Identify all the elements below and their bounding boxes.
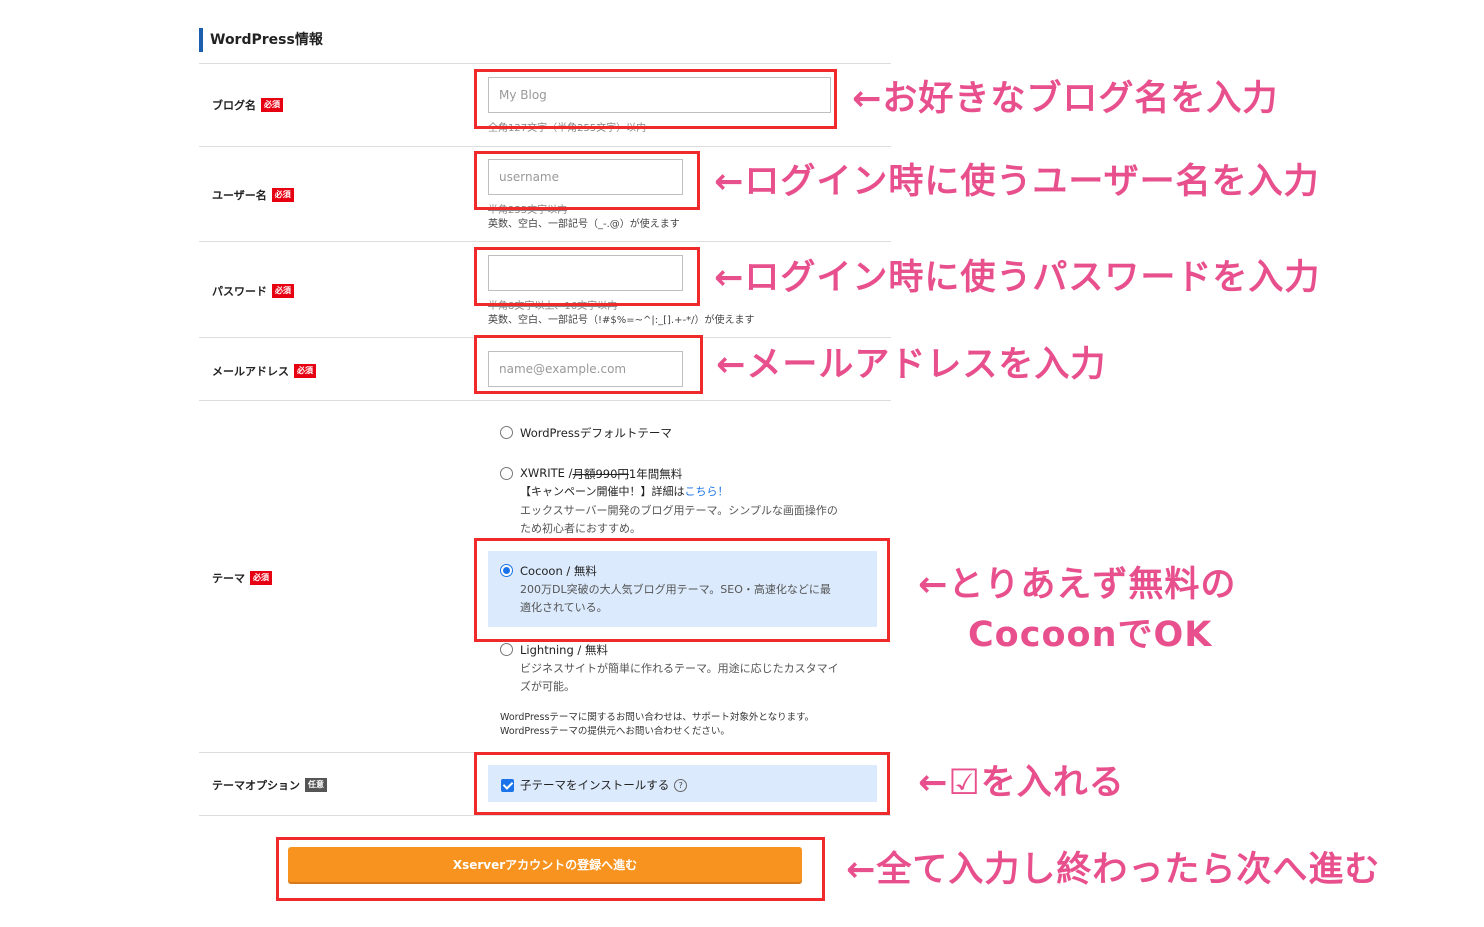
highlight-box-email [474, 335, 703, 394]
required-badge: 必須 [294, 364, 316, 378]
campaign-link[interactable]: こちら！ [684, 485, 728, 498]
highlight-box-theme-option [474, 752, 890, 815]
username-label: ユーザー名 必須 [212, 187, 294, 203]
annotation-password: ←ログイン時に使うパスワードを入力 [714, 258, 1321, 298]
radio-button[interactable] [500, 467, 513, 480]
theme-option-label-text: テーマオプション [212, 779, 300, 792]
theme-support-note-line2: WordPressテーマの提供元へお問い合わせください。 [500, 726, 730, 737]
annotation-username: ←ログイン時に使うユーザー名を入力 [714, 162, 1320, 202]
radio-button[interactable] [500, 426, 513, 439]
theme-option-name: WordPressデフォルトテーマ [520, 426, 672, 440]
lightning-description-line2: ズが可能。 [520, 680, 575, 693]
optional-badge: 任意 [305, 778, 327, 792]
campaign-text: 【キャンペーン開催中！】詳細は [520, 485, 685, 498]
divider [199, 146, 891, 147]
password-label-text: パスワード [212, 285, 267, 298]
highlight-box-submit [276, 837, 825, 901]
lightning-description-line1: ビジネスサイトが簡単に作れるテーマ。用途に応じたカスタマイ [520, 662, 839, 675]
password-hint-chars: 英数、空白、一部記号（!#$%=~^|:_[].+-*/）が使えます [488, 315, 755, 326]
theme-option-price: 1年間無料 [628, 467, 683, 481]
theme-option-lightning[interactable]: Lightning / 無料 [500, 642, 608, 658]
blog-name-label: ブログ名 必須 [212, 97, 283, 113]
required-badge: 必須 [261, 98, 283, 112]
xwrite-description-line2: ため初心者におすすめ。 [520, 522, 641, 535]
theme-option-price-struck: 月額990円 [572, 467, 629, 481]
theme-label: テーマ 必須 [212, 570, 272, 586]
annotation-submit: ←全て入力し終わったら次へ進む [846, 850, 1381, 890]
divider [199, 815, 891, 816]
radio-button[interactable] [500, 643, 513, 656]
highlight-box-theme [474, 538, 890, 642]
required-badge: 必須 [250, 571, 272, 585]
xwrite-description-line1: エックスサーバー開発のブログ用テーマ。シンプルな画面操作の [520, 504, 838, 517]
highlight-box-blog-name [474, 69, 837, 129]
xwrite-campaign: 【キャンペーン開催中！】詳細はこちら！ [520, 483, 728, 501]
annotation-theme-line2: CocoonでOK [968, 615, 1213, 655]
email-label: メールアドレス 必須 [212, 363, 316, 379]
highlight-box-username [474, 151, 700, 210]
theme-option-wordpress-default[interactable]: WordPressデフォルトテーマ [500, 425, 672, 441]
section-title: WordPress情報 [199, 28, 323, 52]
required-badge: 必須 [271, 188, 294, 202]
theme-label-text: テーマ [212, 572, 245, 585]
theme-option-xwrite[interactable]: XWRITE / 月額990円 1年間無料 [500, 466, 682, 482]
username-hint-chars: 英数、空白、一部記号（_-.@）が使えます [488, 219, 680, 230]
highlight-box-password [474, 247, 700, 306]
divider [199, 241, 891, 242]
divider [199, 63, 891, 64]
password-label: パスワード 必須 [212, 283, 294, 299]
required-badge: 必須 [272, 284, 294, 298]
username-label-text: ユーザー名 [212, 189, 267, 202]
theme-option-name: XWRITE / [520, 466, 573, 480]
annotation-checkbox: ←☑を入れる [918, 763, 1125, 803]
theme-option-label: テーマオプション 任意 [212, 777, 327, 793]
divider [199, 400, 891, 401]
blog-name-label-text: ブログ名 [212, 99, 256, 112]
annotation-blog-name: ←お好きなブログ名を入力 [852, 79, 1279, 119]
annotation-email: ←メールアドレスを入力 [716, 345, 1107, 385]
annotation-theme-line1: ←とりあえず無料の [918, 565, 1237, 605]
theme-option-name: Lightning / 無料 [520, 643, 608, 657]
theme-support-note-line1: WordPressテーマに関するお問い合わせは、サポート対象外となります。 [500, 712, 815, 723]
email-label-text: メールアドレス [212, 365, 289, 378]
